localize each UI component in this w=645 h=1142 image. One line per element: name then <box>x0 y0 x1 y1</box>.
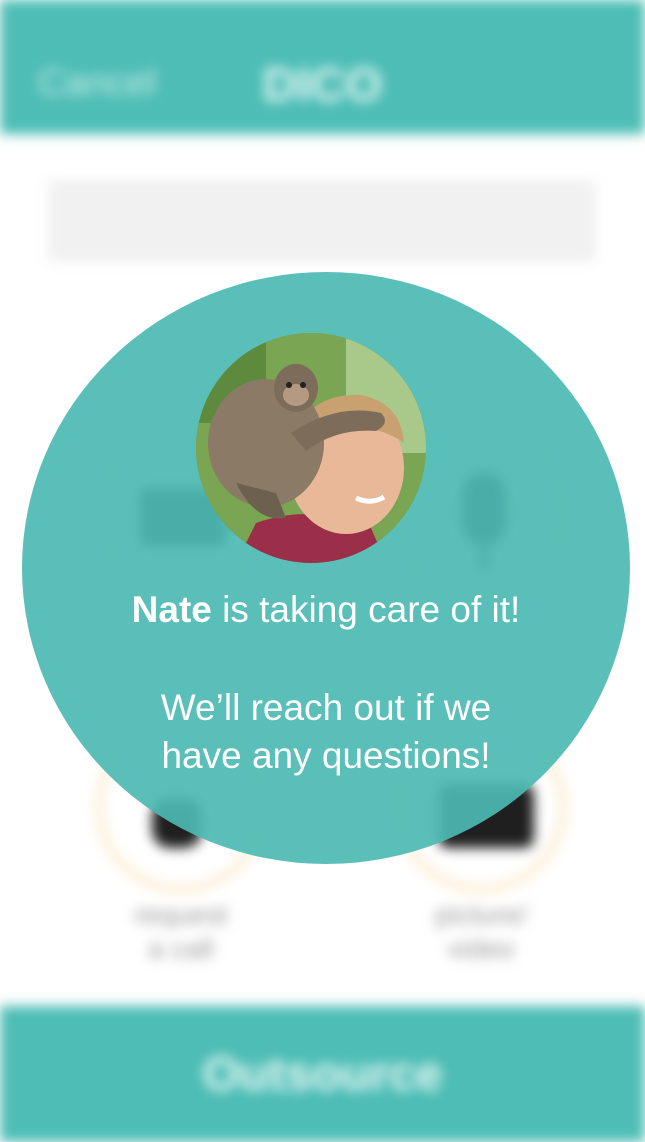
status-text: is taking care of it! <box>211 589 521 630</box>
nate-avatar <box>196 333 426 563</box>
top-bar: Cancel DICO <box>0 0 645 134</box>
avatar-photo <box>196 333 426 563</box>
option-camera-label-line2: video <box>447 933 515 964</box>
option-phone-label-line2: a call <box>148 933 214 964</box>
status-message: Nate is taking care of it! <box>22 588 630 632</box>
followup-line-2: have any questions! <box>161 735 491 776</box>
followup-message: We’ll reach out if we have any questions… <box>22 684 630 780</box>
assignee-name: Nate <box>131 589 212 630</box>
outsource-button[interactable]: Outsource <box>0 1006 645 1142</box>
option-phone-label: request a call <box>81 898 281 966</box>
option-camera-label-line1: picture/ <box>435 899 527 930</box>
option-phone-label-line1: request <box>134 899 228 930</box>
app-title: DICO <box>262 59 383 112</box>
followup-line-1: We’ll reach out if we <box>160 687 492 728</box>
app-screen: Cancel DICO request a call picture/ vide… <box>0 0 645 1142</box>
option-camera-label: picture/ video <box>381 898 581 966</box>
search-input[interactable] <box>48 180 596 262</box>
